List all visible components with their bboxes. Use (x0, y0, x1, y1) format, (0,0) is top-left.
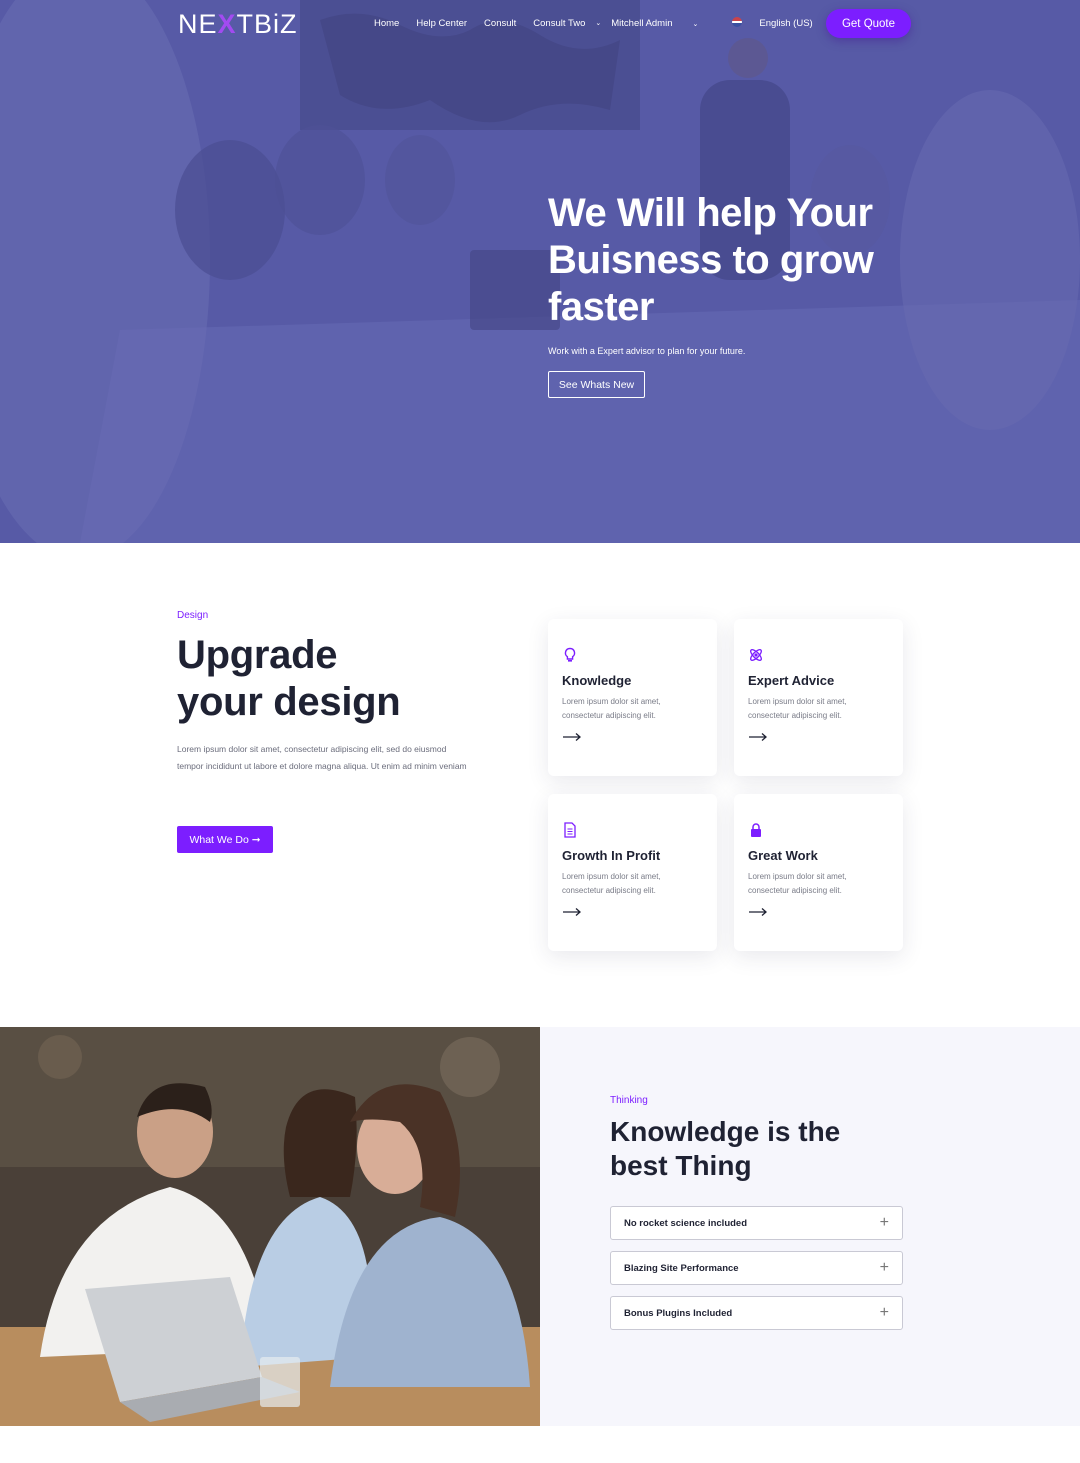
see-whats-new-button[interactable]: See Whats New (548, 371, 645, 398)
design-description: Lorem ipsum dolor sit amet, consectetur … (177, 744, 467, 771)
nav-links: Home Help Center Consult Consult Two ⌄ M… (374, 17, 873, 29)
design-title-line2: your design (177, 680, 401, 724)
nav-link-consult-two[interactable]: Consult Two (533, 18, 585, 29)
accordion-label: Blazing Site Performance (624, 1263, 739, 1274)
document-icon (564, 822, 576, 838)
card-text: Lorem ipsum dolor sit amet, consectetur … (748, 697, 847, 720)
nav-link-help-center[interactable]: Help Center (416, 18, 467, 29)
chevron-down-icon: ⌄ (692, 20, 699, 28)
accordion-label: Bonus Plugins Included (624, 1308, 733, 1319)
feature-card-great-work[interactable]: Great Work Lorem ipsum dolor sit amet, c… (734, 794, 903, 951)
thinking-title: Knowledge is the best Thing (610, 1115, 840, 1183)
plus-icon[interactable]: + (880, 1214, 889, 1232)
arrow-right-icon[interactable] (562, 732, 582, 742)
nav-link-home[interactable]: Home (374, 18, 399, 29)
feature-card-knowledge[interactable]: Knowledge Lorem ipsum dolor sit amet, co… (548, 619, 717, 776)
team-photo-illustration (0, 1027, 540, 1426)
accordion-label: No rocket science included (624, 1218, 748, 1229)
hero-overlay (0, 0, 1080, 543)
plus-icon[interactable]: + (880, 1304, 889, 1322)
card-title: Expert Advice (748, 673, 835, 688)
feature-card-growth-in-profit[interactable]: Growth In Profit Lorem ipsum dolor sit a… (548, 794, 717, 951)
design-eyebrow: Design (177, 610, 209, 621)
thinking-title-line2: best Thing (610, 1150, 752, 1181)
accordion-item-bonus-plugins[interactable]: Bonus Plugins Included + (610, 1296, 903, 1330)
user-menu[interactable]: Mitchell Admin ⌄ (611, 18, 715, 29)
team-photo (0, 1027, 540, 1426)
user-name: Mitchell Admin (611, 17, 673, 29)
get-quote-button[interactable]: Get Quote (826, 9, 911, 38)
hero-title: We Will help Your Buisness to grow faste… (548, 191, 874, 329)
design-title: Upgrade your design (177, 632, 401, 726)
feature-card-expert-advice[interactable]: Expert Advice Lorem ipsum dolor sit amet… (734, 619, 903, 776)
arrow-right-icon[interactable] (748, 732, 768, 742)
arrow-right-icon[interactable] (748, 907, 768, 917)
atom-icon (750, 649, 762, 661)
hero-subtitle: Work with a Expert advisor to plan for y… (548, 346, 746, 356)
accordion-item-rocket-science[interactable]: No rocket science included + (610, 1206, 903, 1240)
plus-icon[interactable]: + (880, 1259, 889, 1277)
card-text: Lorem ipsum dolor sit amet, consectetur … (562, 872, 661, 895)
accordion-item-site-performance[interactable]: Blazing Site Performance + (610, 1251, 903, 1285)
nav-link-consult[interactable]: Consult (484, 18, 516, 29)
card-title: Great Work (748, 848, 818, 863)
lock-icon (751, 823, 761, 837)
what-we-do-button[interactable]: What We Do ➞ (177, 826, 273, 853)
card-title: Growth In Profit (562, 848, 661, 863)
site-logo[interactable]: NEXTBiZ (178, 9, 298, 40)
lightbulb-icon (564, 647, 576, 662)
design-title-line1: Upgrade (177, 633, 338, 677)
card-text: Lorem ipsum dolor sit amet, consectetur … (748, 872, 847, 895)
thinking-eyebrow: Thinking (610, 1095, 648, 1106)
card-title: Knowledge (562, 673, 632, 688)
top-navigation: NEXTBiZ Home Help Center Consult Consult… (0, 0, 1080, 48)
hero-section: NEXTBiZ Home Help Center Consult Consult… (0, 0, 1080, 543)
more-menu-caret[interactable]: ⌄ (595, 19, 601, 27)
arrow-right-icon[interactable] (562, 907, 582, 917)
card-text: Lorem ipsum dolor sit amet, consectetur … (562, 697, 661, 720)
us-flag-icon (732, 17, 743, 27)
thinking-title-line1: Knowledge is the (610, 1116, 841, 1147)
language-label: English (US) (759, 18, 813, 29)
